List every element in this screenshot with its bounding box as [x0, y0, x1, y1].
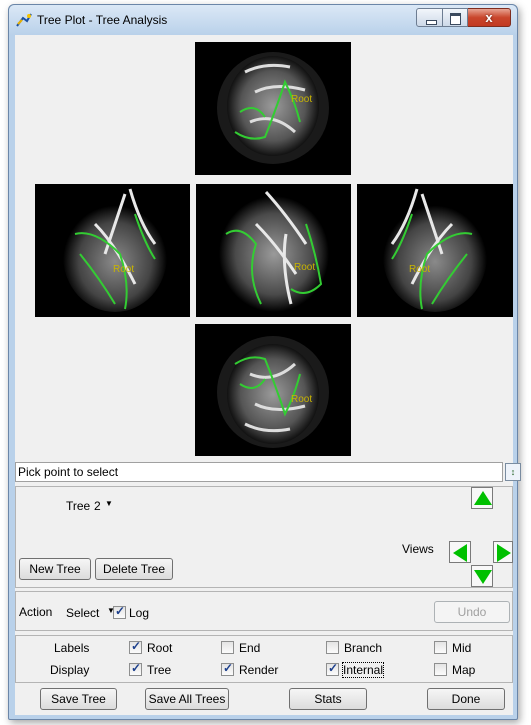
heart-render-top [217, 52, 329, 164]
action-panel: Action Select ▼ Log Undo [15, 591, 513, 631]
center-view[interactable]: Root [196, 184, 351, 317]
stats-button[interactable]: Stats [289, 688, 367, 710]
root-label: Root [409, 264, 431, 275]
arrow-left-icon [453, 544, 467, 562]
display-row-label: Display [50, 663, 90, 677]
labels-row-label: Labels [54, 641, 90, 655]
tree-select[interactable]: 2 [94, 499, 101, 513]
right-view[interactable]: Root [357, 184, 513, 317]
arrow-down-icon [474, 570, 492, 584]
tree-display-checkbox[interactable] [129, 661, 142, 676]
log-label: Log [129, 606, 150, 620]
tree-label: Tree [66, 499, 91, 513]
heart-render-bottom [217, 336, 329, 448]
minimize-button[interactable] [416, 8, 443, 27]
close-button[interactable]: x [468, 8, 511, 27]
top-view[interactable]: Root [195, 42, 351, 175]
render-display-text: Render [239, 663, 279, 677]
action-select[interactable]: Select [66, 606, 99, 620]
end-label-checkbox[interactable] [221, 641, 234, 654]
tree-plot-window: Tree Plot - Tree Analysis x Root Root Ro… [8, 4, 521, 720]
root-label: Root [291, 394, 313, 405]
delete-tree-button[interactable]: Delete Tree [95, 558, 173, 580]
views-canvas: Root Root Root Root Root [15, 35, 513, 462]
root-label: Root [291, 94, 313, 105]
root-label: Root [113, 264, 135, 275]
tree-display-text: Tree [147, 663, 172, 677]
render-display-checkbox[interactable] [221, 661, 234, 676]
save-tree-button[interactable]: Save Tree [40, 688, 117, 710]
heart-render-right [383, 188, 487, 312]
app-icon [16, 13, 32, 27]
labels-display-panel: Labels Display Root End Branch Mid Tree … [15, 635, 513, 683]
status-bar: Pick point to select [15, 462, 503, 482]
done-button[interactable]: Done [427, 688, 505, 710]
view-right-button[interactable] [493, 541, 513, 563]
branch-label-text: Branch [344, 641, 383, 655]
arrow-up-icon [474, 491, 492, 505]
root-label-text: Root [147, 641, 173, 655]
status-expand-button[interactable]: ↕ [505, 463, 521, 481]
heart-render-left [63, 188, 167, 312]
bottom-view[interactable]: Root [195, 324, 351, 456]
chevron-down-icon[interactable]: ▼ [105, 499, 113, 508]
window-title: Tree Plot - Tree Analysis [37, 13, 168, 27]
branch-label-checkbox[interactable] [326, 641, 339, 654]
internal-display-checkbox[interactable] [326, 661, 339, 676]
views-label: Views [402, 542, 434, 556]
heart-render-center [219, 190, 329, 312]
close-icon: x [485, 10, 493, 25]
client-area: Root Root Root Root Root Pick point to s… [15, 35, 521, 715]
root-label: Root [294, 262, 316, 273]
internal-display-text: Internal [341, 662, 385, 678]
maximize-button[interactable] [443, 8, 468, 27]
mid-label-text: Mid [452, 641, 472, 655]
map-display-text: Map [452, 663, 476, 677]
view-up-button[interactable] [471, 487, 493, 509]
end-label-text: End [239, 641, 261, 655]
root-label-checkbox[interactable] [129, 639, 142, 654]
log-checkbox[interactable] [113, 604, 126, 619]
left-view[interactable]: Root [35, 184, 190, 317]
action-label: Action [19, 605, 53, 619]
title-bar[interactable]: Tree Plot - Tree Analysis x [9, 5, 517, 35]
save-all-trees-button[interactable]: Save All Trees [145, 688, 229, 710]
map-display-checkbox[interactable] [434, 663, 447, 676]
arrow-right-icon [497, 544, 511, 562]
view-left-button[interactable] [449, 541, 471, 563]
undo-button[interactable]: Undo [434, 601, 510, 623]
tree-panel: Tree 2 ▼ New Tree Delete Tree Views [15, 486, 513, 588]
view-down-button[interactable] [471, 565, 493, 587]
new-tree-button[interactable]: New Tree [19, 558, 91, 580]
mid-label-checkbox[interactable] [434, 641, 447, 654]
